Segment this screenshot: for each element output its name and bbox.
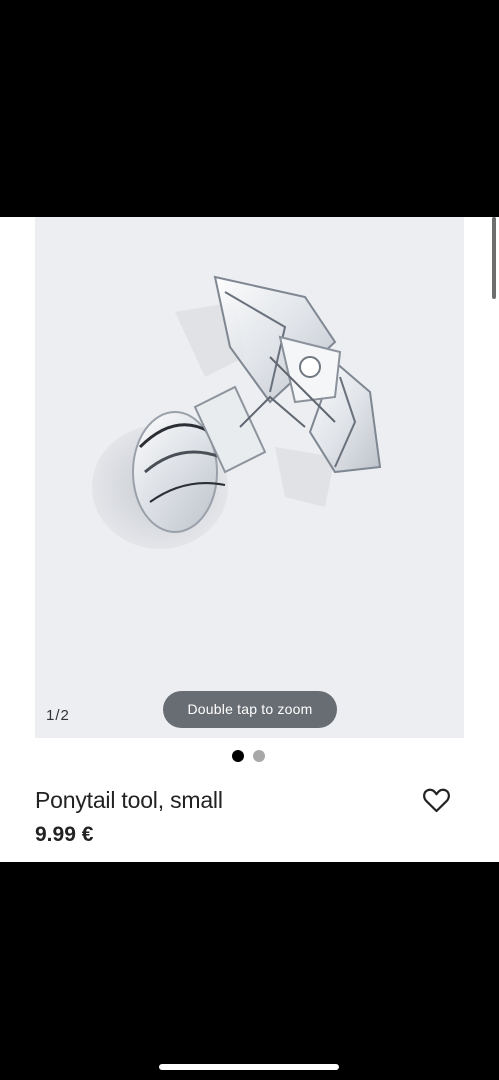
zoom-hint: Double tap to zoom bbox=[163, 691, 337, 728]
heart-outline-icon bbox=[423, 788, 450, 813]
wishlist-button[interactable] bbox=[423, 788, 450, 813]
pagination-dot-active[interactable] bbox=[232, 750, 244, 762]
home-indicator[interactable] bbox=[159, 1064, 339, 1070]
product-title: Ponytail tool, small bbox=[35, 787, 223, 813]
gallery-pagination bbox=[232, 750, 265, 762]
scrollbar[interactable] bbox=[492, 217, 496, 299]
product-image-gallery[interactable]: 1/2 Double tap to zoom bbox=[35, 217, 464, 738]
image-counter: 1/2 bbox=[46, 707, 70, 724]
product-price: 9.99 € bbox=[35, 823, 94, 846]
product-detail-sheet[interactable]: 1/2 Double tap to zoom Ponytail tool, sm… bbox=[0, 217, 499, 862]
pagination-dot-inactive[interactable] bbox=[253, 750, 265, 762]
app-screen: 1/2 Double tap to zoom Ponytail tool, sm… bbox=[0, 0, 499, 1080]
product-image[interactable] bbox=[35, 217, 464, 738]
